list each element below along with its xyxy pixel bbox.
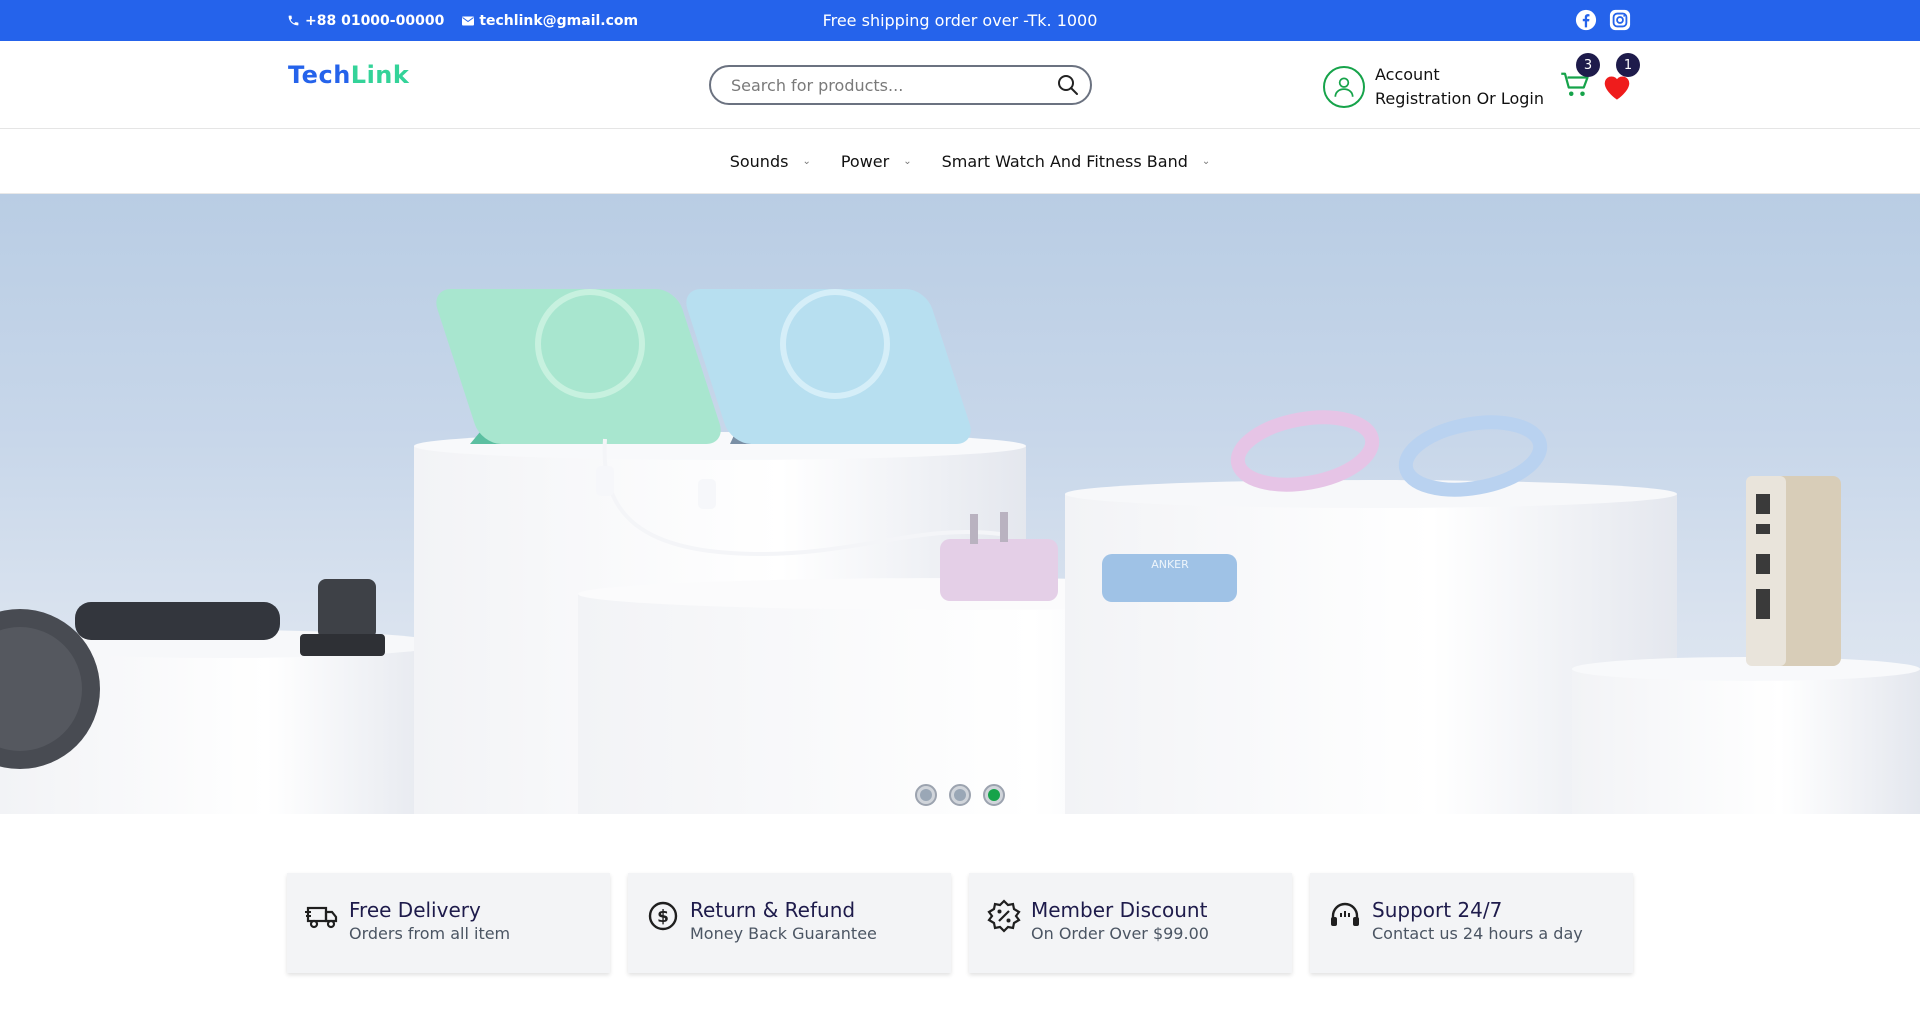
nav-item-power[interactable]: Power ⌄ (841, 152, 912, 171)
car-charger (318, 579, 376, 639)
headset-icon (1331, 902, 1359, 926)
percent-badge-icon (987, 899, 1021, 933)
logo-tech: Tech (288, 61, 351, 89)
wishlist-button[interactable]: 1 (1600, 53, 1640, 105)
nav-label: Power (840, 152, 890, 171)
search-bar (709, 65, 1092, 105)
logo-link: Link (350, 61, 410, 89)
nav-label: Smart Watch And Fitness Band (941, 152, 1188, 171)
feature-subtitle: Money Back Guarantee (690, 924, 877, 943)
social-links (1575, 9, 1631, 31)
feature-cards: Free Delivery Orders from all item $ Ret… (287, 873, 1633, 973)
feature-card-support: Support 24/7 Contact us 24 hours a day (1310, 873, 1633, 973)
charger-pink (940, 539, 1058, 601)
chevron-down-icon: ⌄ (1201, 156, 1211, 167)
truck-icon (305, 906, 338, 929)
feature-title: Return & Refund (690, 898, 856, 922)
account-title: Account (1375, 65, 1440, 84)
magnetic-stand (75, 602, 280, 640)
feature-card-delivery: Free Delivery Orders from all item (287, 873, 610, 973)
facebook-icon[interactable] (1575, 9, 1597, 31)
nav-item-sounds[interactable]: Sounds ⌄ (730, 152, 811, 171)
account-subtitle: Registration Or Login (1375, 89, 1544, 108)
shipping-promo: Free shipping order over -Tk. 1000 (822, 11, 1098, 30)
wishlist-count-badge: 1 (1616, 53, 1640, 77)
hero-slider[interactable]: ANKER (0, 194, 1920, 814)
feature-subtitle: On Order Over $99.00 (1031, 924, 1209, 943)
feature-card-refund: $ Return & Refund Money Back Guarantee (628, 873, 951, 973)
user-icon (1323, 66, 1365, 108)
powerbank-blue (686, 289, 971, 444)
anker-label: ANKER (1151, 558, 1189, 571)
account-link[interactable]: Account Registration Or Login (1323, 63, 1544, 111)
feature-subtitle: Contact us 24 hours a day (1372, 924, 1583, 943)
feature-card-discount: Member Discount On Order Over $99.00 (969, 873, 1292, 973)
cart-count-badge: 3 (1576, 53, 1600, 77)
top-bar: +88 01000-00000 techlink@gmail.com Free … (0, 0, 1920, 41)
feature-title: Member Discount (1031, 898, 1208, 922)
search-input[interactable] (731, 75, 1056, 95)
account-text: Account Registration Or Login (1375, 63, 1544, 111)
nav-label: Sounds (729, 152, 789, 171)
feature-title: Free Delivery (349, 898, 481, 922)
chevron-down-icon: ⌄ (802, 156, 811, 167)
hero-product-image: ANKER (0, 289, 1920, 814)
nav-item-smart-watch[interactable]: Smart Watch And Fitness Band ⌄ (942, 152, 1211, 171)
dollar-refund-icon: $ (648, 901, 678, 931)
slider-dot[interactable] (915, 784, 937, 806)
site-logo[interactable]: TechLink (288, 61, 409, 89)
svg-text:$: $ (657, 907, 669, 927)
search-icon[interactable] (1056, 73, 1080, 97)
main-nav: Sounds ⌄ Power ⌄ Smart Watch And Fitness… (0, 130, 1920, 194)
feature-title: Support 24/7 (1372, 898, 1503, 922)
slider-dot[interactable] (949, 784, 971, 806)
feature-subtitle: Orders from all item (349, 924, 511, 943)
slider-dots (0, 784, 1920, 806)
instagram-icon[interactable] (1609, 9, 1631, 31)
site-header: TechLink Account Registration Or Login 3… (0, 41, 1920, 129)
powerbank-mint (436, 289, 721, 444)
slider-dot-active[interactable] (983, 784, 1005, 806)
chevron-down-icon: ⌄ (903, 156, 912, 167)
cart-button[interactable]: 3 (1560, 53, 1600, 103)
